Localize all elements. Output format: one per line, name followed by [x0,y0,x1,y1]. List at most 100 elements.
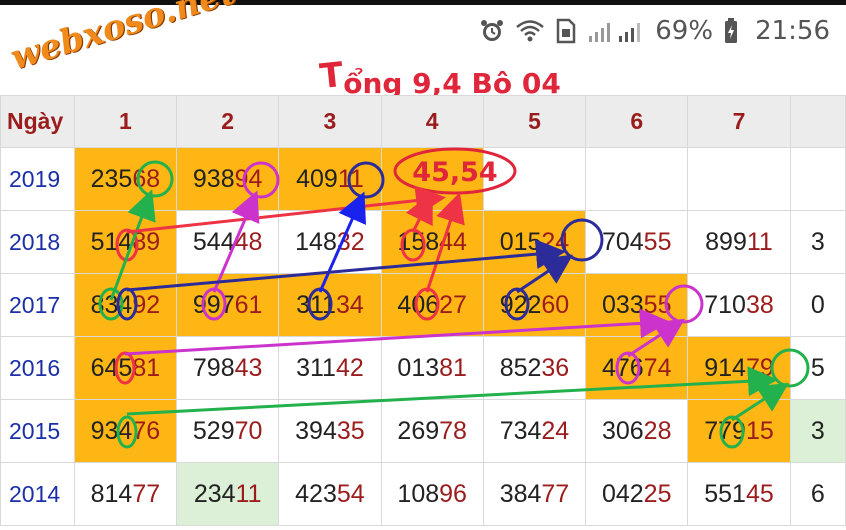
result-prefix: 423 [295,479,337,508]
result-prefix: 306 [601,416,644,445]
result-prefix: 3 [810,227,825,256]
result-prefix: 108 [397,479,440,508]
result-cell: 42354 [278,462,382,526]
result-cell: 47674 [585,336,689,400]
result-prefix: 033 [601,290,644,319]
result-cell: 31142 [278,336,382,400]
result-prefix: 311 [296,290,336,319]
year-cell: 2014 [0,462,75,526]
result-tail: 27 [439,290,467,319]
result-prefix: 5 [810,353,825,382]
result-tail: 74 [643,353,672,382]
result-prefix: 899 [705,227,747,256]
result-tail: 77 [132,479,161,508]
result-tail: 76 [132,416,161,445]
result-prefix: 042 [601,479,644,508]
result-cell: 55145 [687,462,791,526]
result-tail: 78 [439,416,467,445]
result-prefix: 476 [601,353,644,382]
result-cell [585,147,689,211]
result-prefix: 234 [193,479,236,508]
year-cell: 2019 [0,147,75,211]
table-row: 2016 64581 79843 31142 01381 85236 47674 91479 5 [0,336,846,400]
header-col-5: 5 [482,95,587,148]
result-tail: 11 [746,227,773,256]
result-tail: 60 [541,290,570,319]
result-cell [380,147,484,211]
result-cell: 38477 [482,462,587,526]
result-tail: 68 [132,164,161,193]
header-col-2: 2 [176,95,280,148]
result-prefix: 514 [90,227,133,256]
result-prefix: 406 [397,290,440,319]
result-tail: 92 [132,290,161,319]
result-tail: 24 [541,227,570,256]
result-prefix: 394 [295,416,337,445]
result-cell: 04225 [585,462,689,526]
result-tail: 81 [132,353,161,382]
header-col-3: 3 [278,95,382,148]
signal-icon [587,18,645,44]
result-prefix: 814 [90,479,133,508]
year-cell: 2018 [0,210,75,274]
result-cell [482,147,587,211]
result-prefix: 544 [192,227,235,256]
result-prefix: 734 [499,416,542,445]
result-prefix: 704 [601,227,644,256]
result-cell: 23411 [176,462,280,526]
year-cell: 2016 [0,336,75,400]
result-prefix: 529 [192,416,235,445]
result-tail: 44 [439,227,467,256]
result-cell: 79843 [176,336,280,400]
result-tail: 11 [235,479,262,508]
clock: 21:56 [755,16,830,46]
result-cell: 71038 [687,273,791,337]
result-tail: 77 [541,479,570,508]
result-cell: 0 [789,273,846,337]
battery-icon [723,17,739,45]
result-cell: 5 [789,336,846,400]
battery-percent: 69% [655,16,714,46]
result-prefix: 311 [296,353,336,382]
table-row: 2015 93476 52970 39435 26978 73424 30628 77915 3 [0,399,846,463]
result-cell [687,147,791,211]
result-cell: 81477 [73,462,178,526]
result-prefix: 551 [704,479,746,508]
result-prefix: 710 [704,290,746,319]
result-tail: 54 [336,479,365,508]
result-cell: 64581 [73,336,178,400]
result-cell: 93894 [176,147,280,211]
result-tail: 28 [643,416,672,445]
result-tail: 89 [132,227,161,256]
result-prefix: 922 [499,290,542,319]
result-prefix: 834 [90,290,133,319]
result-tail: 32 [336,227,365,256]
result-cell: 40911 [278,147,382,211]
result-prefix: 0 [810,290,825,319]
year-cell: 2015 [0,399,75,463]
table-row: 2018 51489 54448 14832 15844 01524 70455 89911 3 [0,210,846,274]
result-prefix: 852 [499,353,542,382]
result-cell: 99761 [176,273,280,337]
result-tail: 24 [541,416,570,445]
result-cell: 15844 [380,210,484,274]
result-prefix: 269 [397,416,440,445]
result-cell: 85236 [482,336,587,400]
results-table: Ngày 1234567 2019 23568 93894 40911 2018 5148… [0,95,846,526]
result-prefix: 409 [296,164,338,193]
result-tail: 48 [234,227,263,256]
result-cell: 01524 [482,210,587,274]
header-col-7: 7 [687,95,791,148]
result-cell: 03355 [585,273,689,337]
result-cell: 51489 [73,210,178,274]
result-prefix: 779 [704,416,746,445]
table-row: 2014 81477 23411 42354 10896 38477 04225 55145 6 [0,462,846,526]
result-tail: 34 [335,290,364,319]
result-cell: 3 [789,399,846,463]
result-prefix: 914 [704,353,746,382]
table-row: 2017 83492 99761 31134 40627 92260 03355 71038 0 [0,273,846,337]
result-tail: 45 [745,479,774,508]
result-cell: 39435 [278,399,382,463]
result-tail: 96 [439,479,467,508]
result-tail: 11 [337,164,364,193]
